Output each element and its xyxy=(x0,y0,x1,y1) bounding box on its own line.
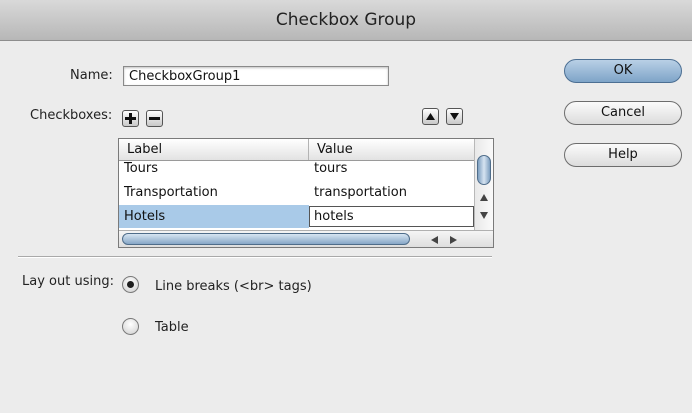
vertical-scroll-thumb[interactable] xyxy=(477,155,491,185)
radio-table[interactable] xyxy=(122,318,139,335)
table-row-selected[interactable]: Hotels hotels xyxy=(119,205,474,228)
help-button[interactable]: Help xyxy=(564,143,682,167)
table-row[interactable]: Transportation transportation xyxy=(119,181,474,204)
ok-button[interactable]: OK xyxy=(564,59,682,83)
move-down-button[interactable] xyxy=(446,108,463,125)
checkboxes-table: Label Value Tours tours Transportation t… xyxy=(118,138,494,248)
horizontal-scroll-thumb[interactable] xyxy=(122,233,410,245)
move-up-button[interactable] xyxy=(422,108,439,125)
row-value-cell: transportation xyxy=(314,185,407,200)
minus-icon xyxy=(149,117,160,120)
row-value-edit-field[interactable]: hotels xyxy=(309,206,474,227)
triangle-down-icon xyxy=(450,113,459,120)
row-label-cell: Tours xyxy=(124,161,159,176)
row-value-cell: tours xyxy=(314,161,348,176)
radio-line-breaks[interactable] xyxy=(122,276,139,293)
checkboxes-label: Checkboxes: xyxy=(30,108,113,123)
row-label-cell: Transportation xyxy=(124,185,218,200)
radio-table-label[interactable]: Table xyxy=(155,320,189,335)
horizontal-scrollbar[interactable] xyxy=(119,230,493,247)
scroll-up-arrow-icon[interactable] xyxy=(479,193,489,202)
plus-icon xyxy=(125,113,136,124)
radio-line-breaks-label[interactable]: Line breaks (<br> tags) xyxy=(155,279,312,294)
vertical-scrollbar[interactable] xyxy=(474,139,493,230)
row-label-cell: Hotels xyxy=(119,205,309,228)
layout-label: Lay out using: xyxy=(22,274,114,289)
checkbox-group-dialog: Checkbox Group Name: CheckboxGroup1 Chec… xyxy=(0,0,692,413)
scroll-down-arrow-icon[interactable] xyxy=(479,211,489,220)
dialog-title: Checkbox Group xyxy=(0,0,692,41)
triangle-up-icon xyxy=(426,113,435,120)
name-input[interactable]: CheckboxGroup1 xyxy=(123,66,389,86)
table-row[interactable]: Tours tours xyxy=(119,157,474,180)
add-item-button[interactable] xyxy=(122,110,139,127)
cancel-button[interactable]: Cancel xyxy=(564,101,682,125)
remove-item-button[interactable] xyxy=(146,110,163,127)
section-divider xyxy=(18,256,492,258)
name-label: Name: xyxy=(70,68,113,83)
scroll-left-arrow-icon[interactable] xyxy=(430,235,439,245)
scroll-right-arrow-icon[interactable] xyxy=(449,235,458,245)
radio-selected-dot xyxy=(127,281,134,288)
